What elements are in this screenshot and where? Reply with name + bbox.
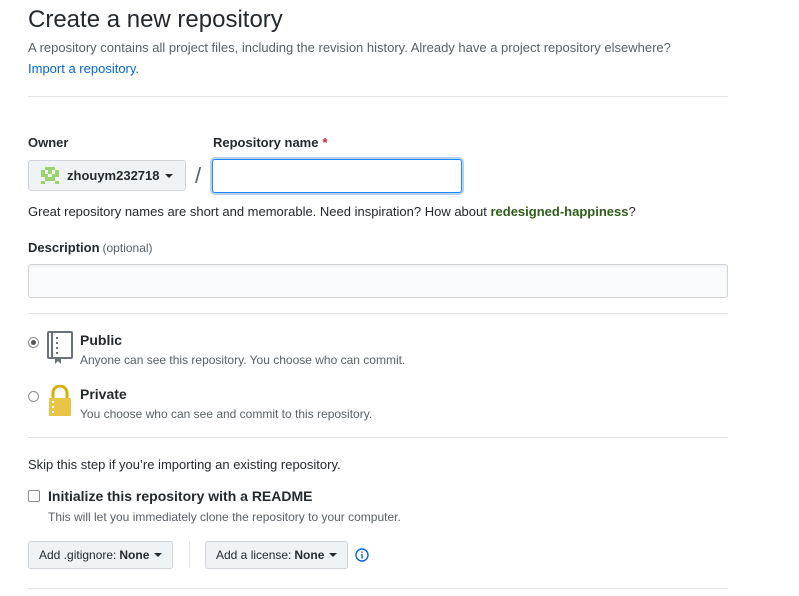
license-dropdown[interactable]: Add a license: None <box>205 541 349 569</box>
divider <box>28 313 728 314</box>
required-mark: * <box>322 135 328 150</box>
gitignore-value: None <box>119 548 150 562</box>
page-title: Create a new repository <box>28 6 283 33</box>
identicon-icon <box>41 166 59 185</box>
gitignore-prefix: Add .gitignore: <box>39 548 117 562</box>
private-title: Private <box>80 386 127 402</box>
public-desc: Anyone can see this repository. You choo… <box>80 353 406 367</box>
license-value: None <box>294 548 325 562</box>
lock-icon <box>49 385 71 416</box>
license-prefix: Add a license: <box>216 548 292 562</box>
description-input[interactable] <box>28 264 728 298</box>
owner-label: Owner <box>28 135 69 150</box>
public-radio[interactable] <box>28 337 39 348</box>
owner-value: zhouym232718 <box>67 168 160 183</box>
repository-name-input[interactable] <box>212 159 462 193</box>
page-subtitle: A repository contains all project files,… <box>28 40 671 55</box>
gitignore-dropdown[interactable]: Add .gitignore: None <box>28 541 174 569</box>
description-label: Description (optional) <box>28 239 153 257</box>
public-title: Public <box>80 332 123 348</box>
owner-dropdown[interactable]: zhouym232718 <box>28 160 186 191</box>
owner-repo-separator: / <box>195 163 202 188</box>
optional-note: (optional) <box>102 241 153 255</box>
readme-desc: This will let you immediately clone the … <box>48 510 401 524</box>
chevron-down-icon <box>329 553 338 557</box>
name-hint-suffix: ? <box>628 204 636 219</box>
import-repository-link[interactable]: Import a repository. <box>28 60 139 78</box>
chevron-down-icon <box>154 553 163 557</box>
private-desc: You choose who can see and commit to thi… <box>80 407 373 421</box>
name-hint-text: Great repository names are short and mem… <box>28 204 491 219</box>
repo-name-label: Repository name * <box>213 134 328 152</box>
private-radio[interactable] <box>28 391 39 402</box>
description-label-text: Description <box>28 240 100 255</box>
readme-label[interactable]: Initialize this repository with a README <box>48 487 312 505</box>
chevron-down-icon <box>164 173 173 178</box>
divider <box>28 588 728 589</box>
readme-checkbox[interactable] <box>28 490 40 502</box>
divider <box>189 541 190 568</box>
repo-name-label-text: Repository name <box>213 135 319 150</box>
divider <box>28 96 728 97</box>
info-icon[interactable] <box>355 548 369 562</box>
name-suggestion-link[interactable]: redesigned-happiness <box>490 204 628 219</box>
name-hint: Great repository names are short and mem… <box>28 203 636 221</box>
skip-note: Skip this step if you’re importing an ex… <box>28 457 341 472</box>
divider <box>28 437 728 438</box>
repo-book-icon <box>47 331 73 364</box>
